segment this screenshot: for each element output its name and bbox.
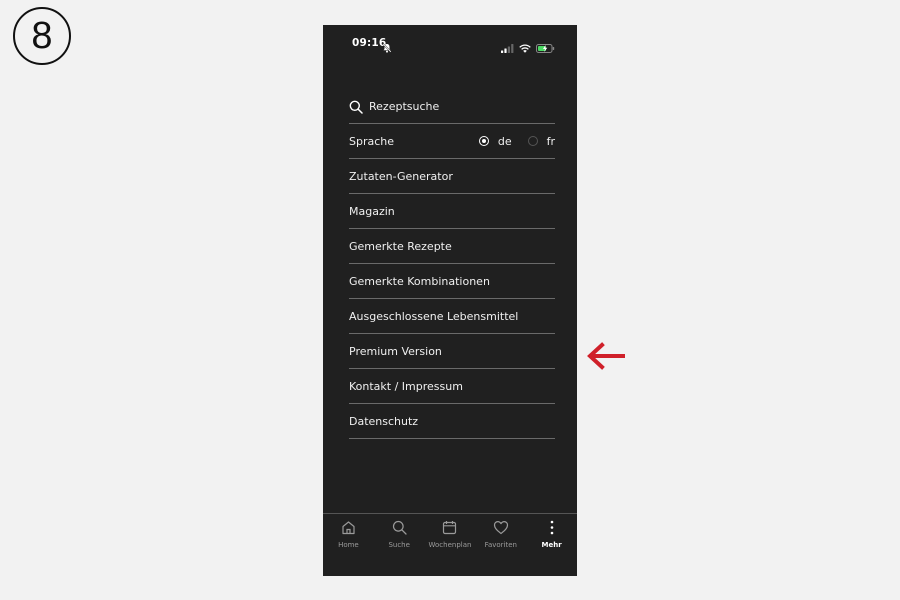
menu-item-ingredient-generator[interactable]: Zutaten-Generator bbox=[349, 159, 555, 194]
menu-item-label: Ausgeschlossene Lebensmittel bbox=[349, 309, 519, 323]
menu-item-label: Datenschutz bbox=[349, 414, 419, 428]
menu-item-label: Premium Version bbox=[349, 344, 442, 358]
menu-item-privacy[interactable]: Datenschutz bbox=[349, 404, 555, 439]
bottom-tab-bar: Home Suche Wochenplan Favoriten Mehr bbox=[323, 513, 577, 576]
annotation-arrow-icon bbox=[585, 342, 627, 374]
menu-item-label: Gemerkte Rezepte bbox=[349, 239, 452, 253]
menu-item-label: Kontakt / Impressum bbox=[349, 379, 463, 393]
tab-label: Wochenplan bbox=[428, 541, 472, 549]
tab-home[interactable]: Home bbox=[323, 514, 374, 576]
language-radio-de[interactable] bbox=[478, 136, 489, 146]
search-icon bbox=[349, 100, 363, 114]
menu-item-contact-imprint[interactable]: Kontakt / Impressum bbox=[349, 369, 555, 404]
status-bar: 09:16 bbox=[323, 25, 577, 61]
step-number-badge: 8 bbox=[13, 7, 71, 65]
tab-search[interactable]: Suche bbox=[374, 514, 425, 576]
search-icon bbox=[392, 519, 407, 535]
language-radio-fr[interactable] bbox=[527, 136, 538, 146]
phone-screen: 09:16 Rezeptsuche Sprache de fr Zutaten-… bbox=[323, 25, 577, 576]
menu-item-label: Zutaten-Generator bbox=[349, 169, 453, 183]
more-vertical-icon bbox=[549, 519, 555, 535]
tab-label: Favoriten bbox=[484, 541, 517, 549]
home-icon bbox=[341, 519, 356, 535]
menu-item-magazine[interactable]: Magazin bbox=[349, 194, 555, 229]
language-row: Sprache de fr bbox=[349, 124, 555, 159]
recipe-search-label: Rezeptsuche bbox=[369, 100, 440, 113]
tab-label: Suche bbox=[388, 541, 410, 549]
menu-item-excluded-foods[interactable]: Ausgeschlossene Lebensmittel bbox=[349, 299, 555, 334]
more-menu: Rezeptsuche Sprache de fr Zutaten-Genera… bbox=[349, 90, 555, 439]
tab-favorites[interactable]: Favoriten bbox=[475, 514, 526, 576]
tab-more[interactable]: Mehr bbox=[526, 514, 577, 576]
calendar-icon bbox=[442, 519, 457, 535]
tab-label: Home bbox=[338, 541, 359, 549]
menu-item-label: Gemerkte Kombinationen bbox=[349, 274, 490, 288]
signal-icon bbox=[501, 38, 514, 57]
bell-muted-icon bbox=[382, 38, 392, 57]
language-label: Sprache bbox=[349, 134, 395, 148]
recipe-search-item[interactable]: Rezeptsuche bbox=[349, 90, 555, 124]
tab-weekly-plan[interactable]: Wochenplan bbox=[425, 514, 476, 576]
menu-item-label: Magazin bbox=[349, 204, 395, 218]
menu-item-saved-combinations[interactable]: Gemerkte Kombinationen bbox=[349, 264, 555, 299]
language-option-fr-label[interactable]: fr bbox=[547, 135, 555, 148]
menu-item-premium-version[interactable]: Premium Version bbox=[349, 334, 555, 369]
menu-item-saved-recipes[interactable]: Gemerkte Rezepte bbox=[349, 229, 555, 264]
language-option-de-label[interactable]: de bbox=[498, 135, 512, 148]
heart-icon bbox=[493, 519, 509, 535]
wifi-icon bbox=[519, 38, 531, 57]
battery-charging-icon bbox=[536, 38, 555, 57]
tab-label: Mehr bbox=[541, 541, 562, 549]
language-options: de fr bbox=[478, 135, 555, 148]
